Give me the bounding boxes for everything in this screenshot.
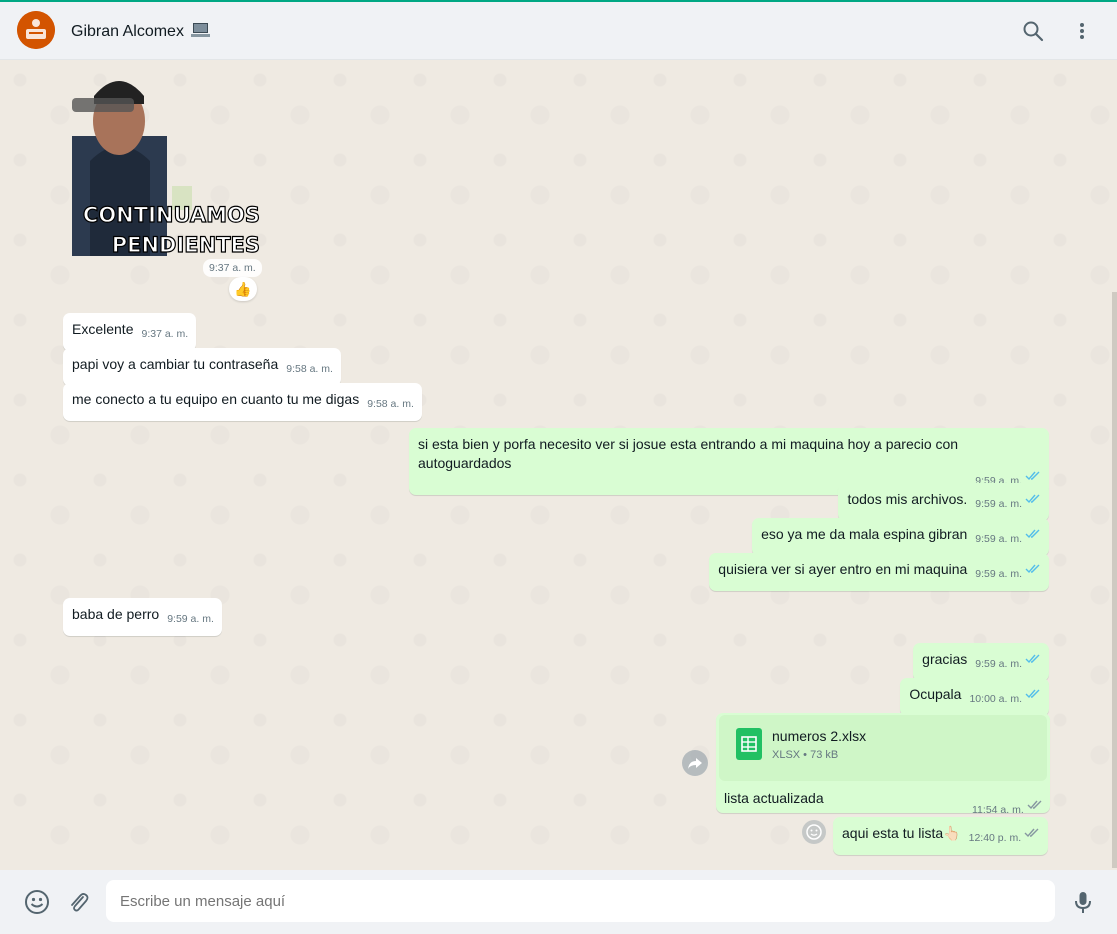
message-text: si esta bien y porfa necesito ver si jos… — [418, 436, 959, 471]
double-check-icon — [1027, 797, 1043, 810]
message-text: gracias — [922, 651, 968, 667]
sticker-image[interactable]: CONTINUAMOS PENDIENTES — [72, 66, 262, 258]
double-check-icon — [1025, 525, 1041, 539]
message-time: 10:00 a. m. — [969, 693, 1022, 705]
message-bubble-outgoing[interactable]: eso ya me da mala espina gibran 9:59 a. m… — [752, 518, 1049, 556]
chat-scrollbar[interactable] — [1112, 292, 1117, 868]
emoji-icon[interactable] — [24, 889, 50, 915]
message-bubble-outgoing[interactable]: quisiera ver si ayer entro en mi maquina… — [709, 553, 1049, 591]
contact-avatar[interactable] — [17, 11, 55, 49]
message-time: 9:59 a. m. — [167, 613, 214, 625]
file-name: numeros 2.xlsx — [772, 728, 867, 744]
react-emoji-icon[interactable] — [802, 820, 826, 844]
message-bubble-outgoing[interactable]: todos mis archivos. 9:59 a. m. — [838, 483, 1049, 521]
forward-icon[interactable] — [682, 750, 708, 776]
chat-header: Gibran Alcomex — [0, 2, 1117, 60]
message-bubble-outgoing[interactable]: aqui esta tu lista👆🏻 12:40 p. m. — [833, 817, 1049, 855]
message-text: todos mis archivos. — [847, 491, 968, 507]
message-text: quisiera ver si ayer entro en mi maquina — [718, 561, 968, 577]
file-message-meta: 11:54 a. m. — [972, 797, 1043, 816]
double-check-icon — [1025, 490, 1041, 504]
sticker-timestamp: 9:37 a. m. — [203, 259, 262, 277]
message-text: baba de perro — [72, 606, 160, 622]
search-icon[interactable] — [1021, 19, 1045, 43]
menu-dots-icon[interactable] — [1070, 19, 1094, 43]
message-time: 9:59 a. m. — [975, 568, 1022, 580]
message-time: 9:58 a. m. — [367, 398, 414, 410]
sticker-text-line2: PENDIENTES — [112, 233, 260, 256]
message-text: papi voy a cambiar tu contraseña — [72, 356, 279, 372]
reaction-badge[interactable]: 👍 — [229, 277, 257, 301]
message-bubble-incoming[interactable]: me conecto a tu equipo en cuanto tu me d… — [63, 383, 422, 421]
message-bubble-incoming[interactable]: Excelente 9:37 a. m. — [63, 313, 197, 351]
message-text: aqui esta tu lista👆🏻 — [842, 825, 961, 841]
attach-paperclip-icon[interactable] — [65, 889, 91, 915]
message-bubble-incoming[interactable]: papi voy a cambiar tu contraseña 9:58 a. … — [63, 348, 341, 386]
message-bubble-incoming[interactable]: baba de perro 9:59 a. m. — [63, 598, 222, 636]
contact-name[interactable]: Gibran Alcomex — [71, 22, 211, 43]
double-check-icon — [1025, 650, 1041, 664]
message-input[interactable] — [106, 880, 1055, 922]
message-text: me conecto a tu equipo en cuanto tu me d… — [72, 391, 360, 407]
double-check-icon — [1025, 685, 1041, 699]
laptop-icon — [191, 22, 211, 43]
file-caption: lista actualizada — [724, 790, 824, 806]
file-meta: XLSX • 73 kB — [772, 749, 839, 761]
message-time: 9:58 a. m. — [286, 363, 333, 375]
double-check-icon — [1025, 560, 1041, 574]
message-time: 9:59 a. m. — [975, 533, 1022, 545]
contact-name-text: Gibran Alcomex — [71, 23, 184, 40]
composer-bar — [0, 870, 1117, 934]
message-time: 12:40 p. m. — [968, 832, 1022, 844]
message-bubble-outgoing[interactable]: Ocupala 10:00 a. m. — [900, 678, 1049, 716]
message-text: Excelente — [72, 321, 134, 337]
double-check-icon — [1025, 467, 1041, 481]
message-bubble-outgoing[interactable]: gracias 9:59 a. m. — [913, 643, 1049, 681]
message-time: 9:59 a. m. — [975, 658, 1022, 670]
message-time: 11:54 a. m. — [972, 804, 1024, 816]
microphone-icon[interactable] — [1070, 889, 1096, 915]
message-text: eso ya me da mala espina gibran — [761, 526, 968, 542]
sticker-text-line1: CONTINUAMOS — [83, 203, 260, 227]
message-text: Ocupala — [909, 686, 962, 702]
message-time: 9:59 a. m. — [975, 498, 1022, 510]
file-attachment-card[interactable]: numeros 2.xlsx XLSX • 73 kB — [719, 715, 1047, 781]
double-check-icon — [1024, 824, 1040, 838]
spreadsheet-file-icon — [736, 728, 762, 760]
message-time: 9:37 a. m. — [141, 328, 189, 340]
